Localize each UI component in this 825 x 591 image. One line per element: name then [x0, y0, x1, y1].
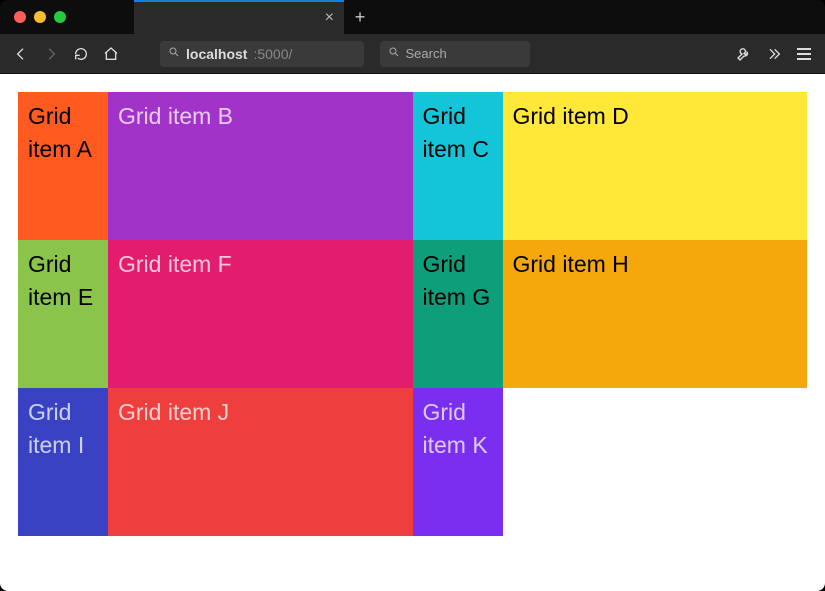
- wrench-icon: [736, 46, 752, 62]
- home-button[interactable]: [100, 43, 122, 65]
- grid-item-a: Grid item A: [18, 92, 108, 240]
- home-icon: [103, 46, 119, 62]
- grid-item-h: Grid item H: [503, 240, 808, 388]
- grid-item-j: Grid item J: [108, 388, 413, 536]
- grid-item-empty: [503, 388, 808, 536]
- menu-button[interactable]: [793, 43, 815, 65]
- maximize-window-button[interactable]: [54, 11, 66, 23]
- search-icon: [388, 46, 400, 61]
- reload-icon: [73, 46, 89, 62]
- search-icon: [168, 46, 180, 61]
- overflow-button[interactable]: [763, 43, 785, 65]
- grid-item-d: Grid item D: [503, 92, 808, 240]
- search-box[interactable]: Search: [380, 41, 530, 67]
- grid-item-g: Grid item G: [413, 240, 503, 388]
- window-controls: [14, 0, 84, 34]
- grid-item-k: Grid item K: [413, 388, 503, 536]
- grid-item-b: Grid item B: [108, 92, 413, 240]
- url-path: :5000/: [253, 46, 292, 62]
- search-placeholder: Search: [406, 46, 447, 61]
- page-viewport: Grid item A Grid item B Grid item C Grid…: [0, 74, 825, 591]
- browser-window: × + localhost :5000/ Search: [0, 0, 825, 591]
- address-bar[interactable]: localhost :5000/: [160, 41, 364, 67]
- toolbar: localhost :5000/ Search: [0, 34, 825, 74]
- reload-button[interactable]: [70, 43, 92, 65]
- minimize-window-button[interactable]: [34, 11, 46, 23]
- chevron-double-right-icon: [766, 46, 782, 62]
- grid-item-i: Grid item I: [18, 388, 108, 536]
- arrow-left-icon: [13, 46, 29, 62]
- grid-item-c: Grid item C: [413, 92, 503, 240]
- url-host: localhost: [186, 46, 247, 62]
- css-grid-demo: Grid item A Grid item B Grid item C Grid…: [18, 92, 807, 536]
- tab-strip: × +: [0, 0, 825, 34]
- forward-button[interactable]: [40, 43, 62, 65]
- hamburger-icon: [797, 48, 811, 60]
- arrow-right-icon: [43, 46, 59, 62]
- grid-item-f: Grid item F: [108, 240, 413, 388]
- close-window-button[interactable]: [14, 11, 26, 23]
- plus-icon: +: [355, 7, 366, 28]
- grid-item-e: Grid item E: [18, 240, 108, 388]
- devtools-button[interactable]: [733, 43, 755, 65]
- close-tab-icon[interactable]: ×: [325, 10, 334, 26]
- browser-tab[interactable]: ×: [134, 0, 344, 34]
- back-button[interactable]: [10, 43, 32, 65]
- new-tab-button[interactable]: +: [344, 0, 376, 34]
